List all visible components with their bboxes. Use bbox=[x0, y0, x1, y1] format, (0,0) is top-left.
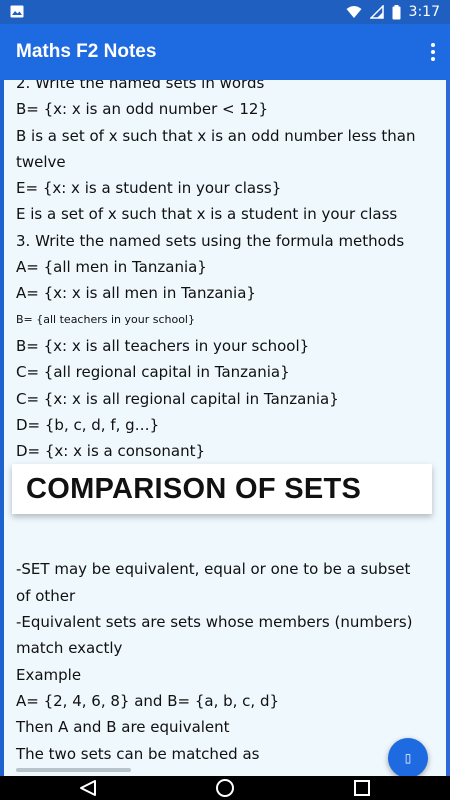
note-line: B= {all teachers in your school} bbox=[16, 312, 195, 326]
content-area[interactable]: 2. Write the named sets in words B= {x: … bbox=[0, 80, 450, 778]
note-line: A= {2, 4, 6, 8} and B= {a, b, c, d} bbox=[16, 691, 280, 710]
image-icon bbox=[10, 5, 24, 18]
note-line: B= {x: x is all teachers in your school} bbox=[16, 336, 310, 355]
home-icon[interactable] bbox=[205, 776, 245, 800]
notes-text: 2. Write the named sets in words B= {x: … bbox=[16, 80, 436, 767]
note-line: Example bbox=[16, 665, 82, 684]
status-icons: 3:17 bbox=[346, 0, 440, 24]
wifi-icon bbox=[346, 6, 362, 18]
note-line: twelve bbox=[16, 152, 66, 171]
section-heading-text: COMPARISON OF SETS bbox=[26, 473, 362, 505]
signal-icon bbox=[369, 5, 384, 19]
note-line: B= {x: x is an odd number < 12} bbox=[16, 100, 268, 119]
floating-action-button[interactable]: ▯ bbox=[388, 738, 428, 778]
status-time: 3:17 bbox=[408, 4, 440, 20]
app-title: Maths F2 Notes bbox=[16, 41, 157, 62]
note-line: B is a set of x such that x is an odd nu… bbox=[16, 126, 416, 145]
note-line: The two sets can be matched as bbox=[16, 744, 260, 763]
unknown-glyph-icon: ▯ bbox=[404, 751, 412, 765]
app-bar: Maths F2 Notes bbox=[0, 24, 450, 80]
note-line: E is a set of x such that x is a student… bbox=[16, 205, 398, 224]
note-line: of other bbox=[16, 586, 76, 605]
note-line: 3. Write the named sets using the formul… bbox=[16, 231, 405, 250]
note-line: 2. Write the named sets in words bbox=[16, 80, 265, 92]
note-line: E= {x: x is a student in your class} bbox=[16, 179, 282, 198]
back-icon[interactable] bbox=[68, 776, 108, 800]
note-line: -Equivalent sets are sets whose members … bbox=[16, 613, 413, 632]
notes-page[interactable]: 2. Write the named sets in words B= {x: … bbox=[0, 80, 446, 776]
note-line: Then A and B are equivalent bbox=[16, 718, 230, 737]
navigation-bar bbox=[0, 776, 450, 800]
horizontal-scrollbar[interactable] bbox=[16, 768, 131, 772]
battery-icon bbox=[392, 4, 401, 19]
status-bar: 3:17 bbox=[0, 0, 450, 24]
recents-icon[interactable] bbox=[342, 776, 382, 800]
note-line: C= {x: x is all regional capital in Tanz… bbox=[16, 389, 339, 408]
section-heading: COMPARISON OF SETS bbox=[12, 464, 432, 514]
note-line: D= {x: x is a consonant} bbox=[16, 442, 206, 461]
note-line: A= {x: x is all men in Tanzania} bbox=[16, 284, 256, 303]
note-line: A= {all men in Tanzania} bbox=[16, 258, 207, 277]
note-line: C= {all regional capital in Tanzania} bbox=[16, 363, 290, 382]
note-line: -SET may be equivalent, equal or one to … bbox=[16, 560, 411, 579]
note-line: match exactly bbox=[16, 639, 123, 658]
note-line: D= {b, c, d, f, g…} bbox=[16, 415, 160, 434]
more-vert-icon[interactable] bbox=[428, 40, 438, 64]
